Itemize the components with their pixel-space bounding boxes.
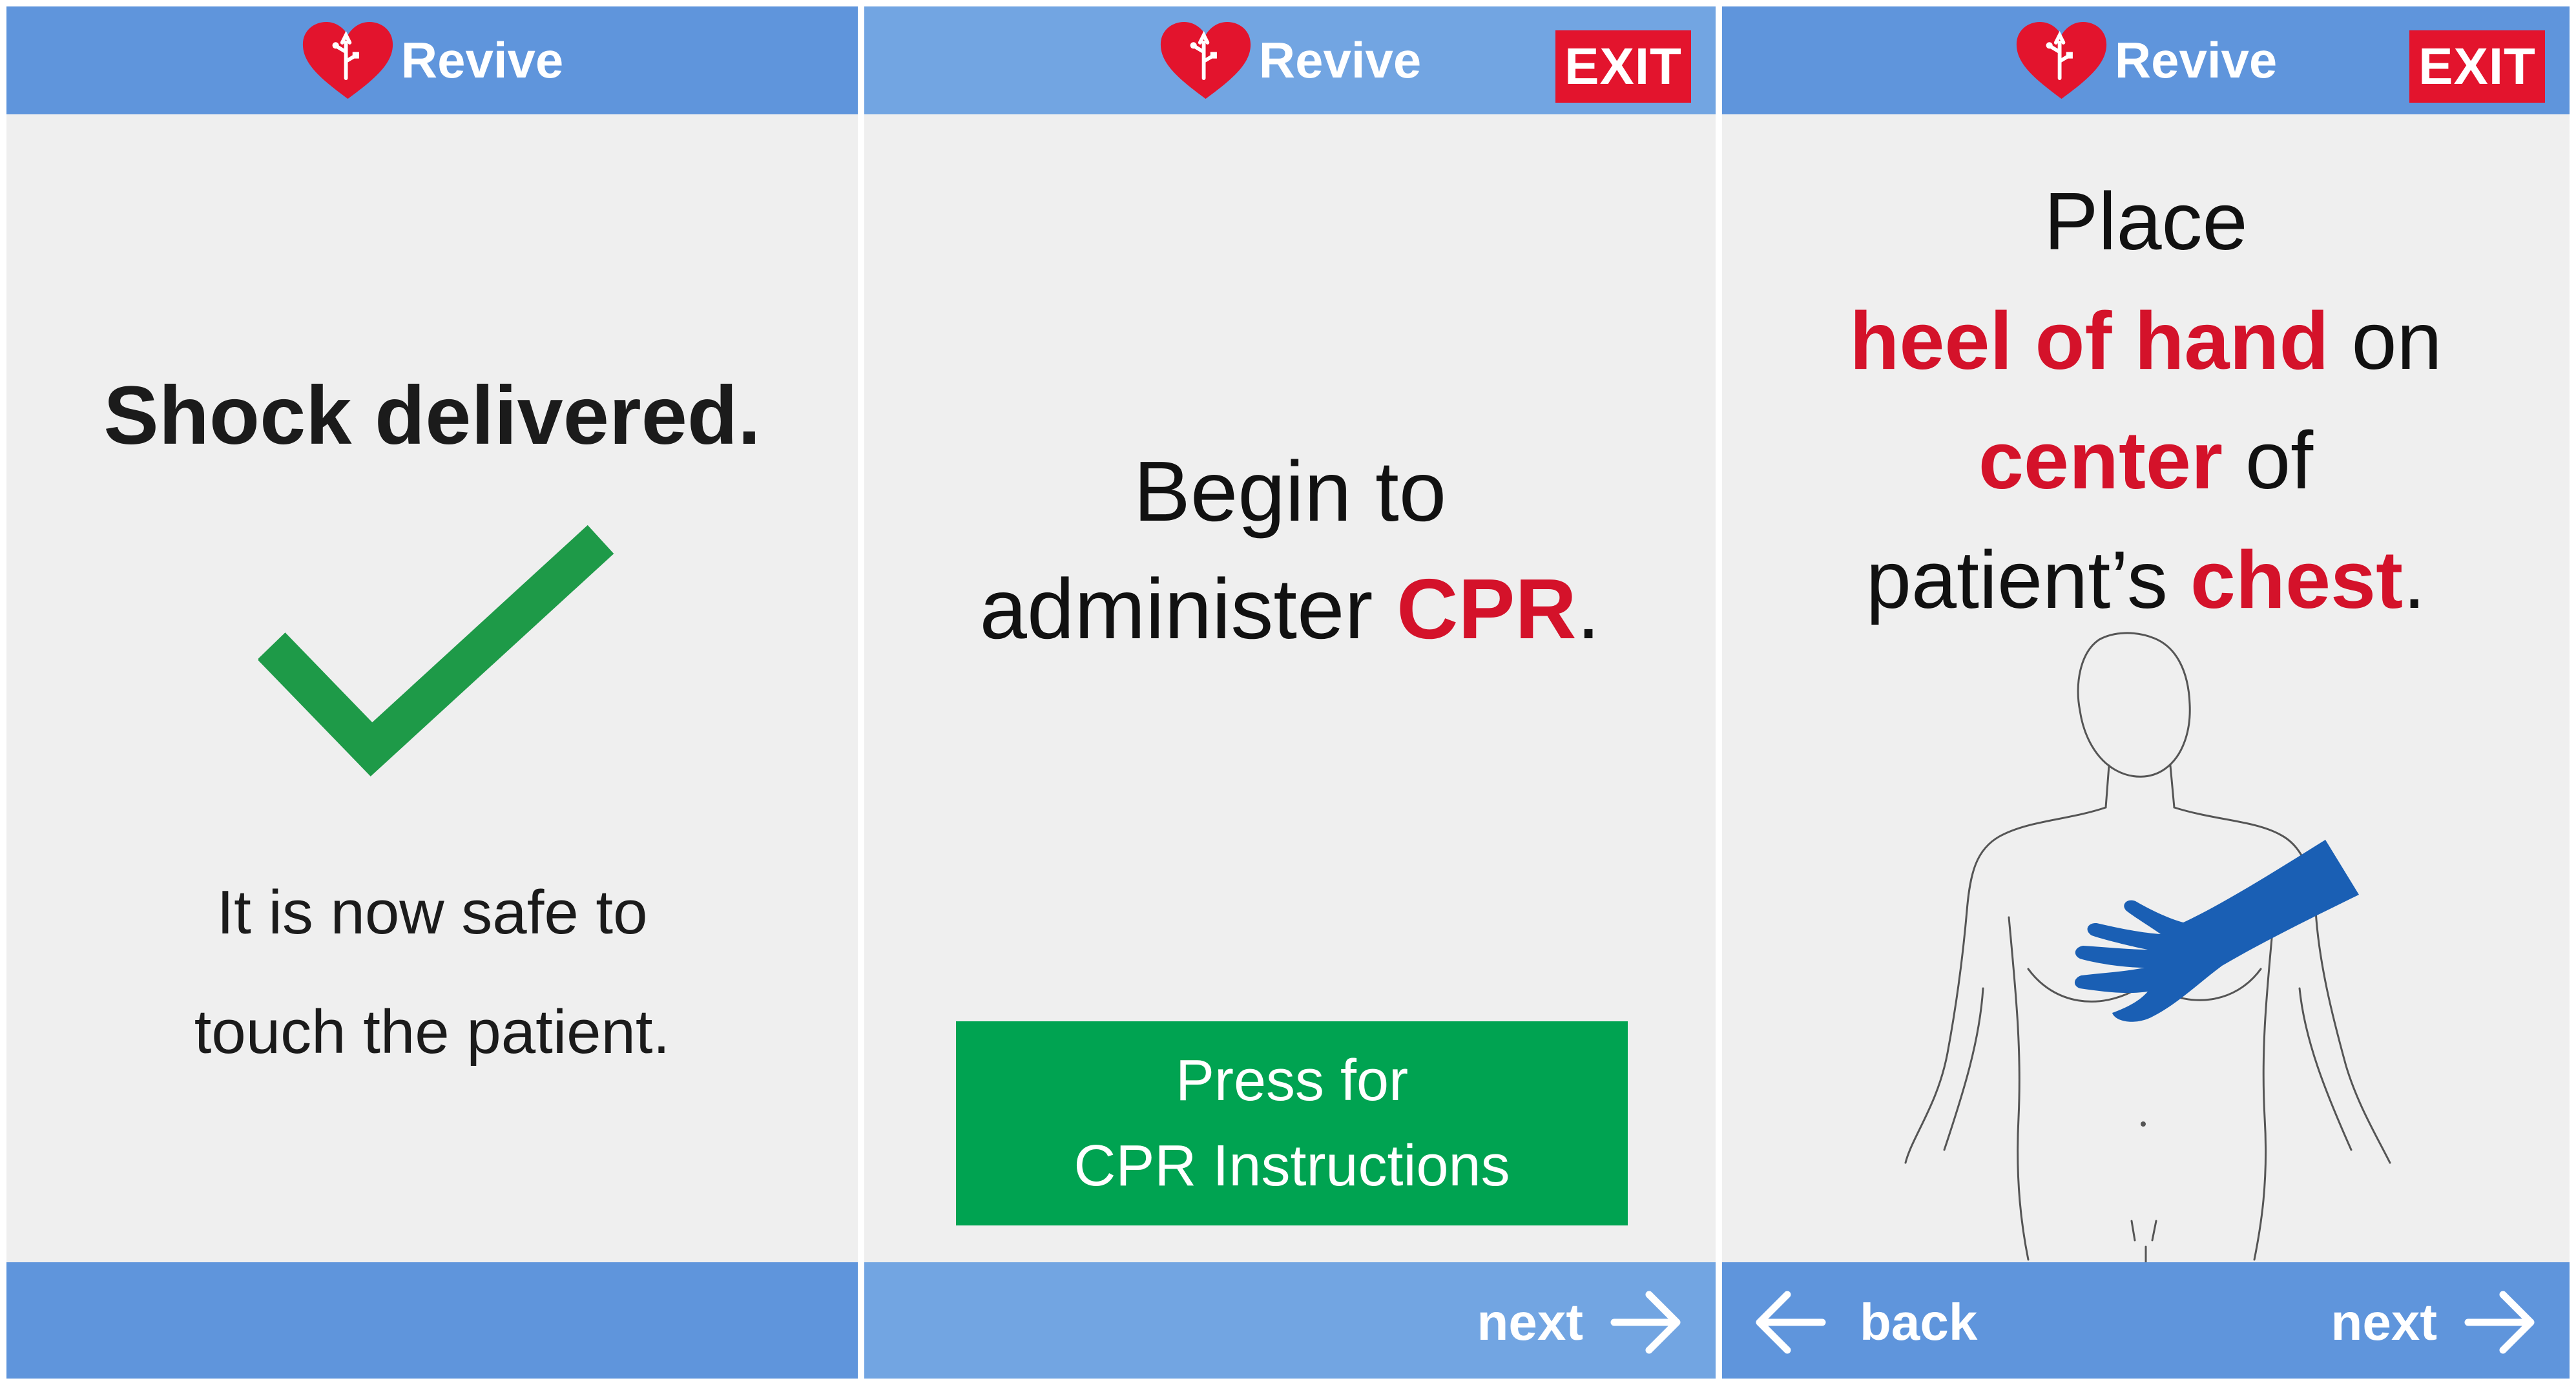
header-bar: Revive EXIT (864, 6, 1716, 114)
screen-shock-delivered: Revive Shock delivered. It is now safe t… (6, 6, 858, 1379)
arrow-right-icon (2464, 1291, 2535, 1354)
cpr-highlight: CPR (1397, 561, 1577, 656)
cpr-button-line2: CPR Instructions (1074, 1134, 1510, 1198)
back-label: back (1860, 1293, 1978, 1351)
app-title: Revive (400, 32, 564, 89)
screen-begin-cpr: Revive EXIT Begin to administer CPR. Pre… (864, 6, 1716, 1379)
header-bar: Revive EXIT (1722, 6, 2570, 114)
cpr-instruction-period: . (1576, 561, 1601, 656)
screen-hand-placement: Revive EXIT Place heel of hand on center… (1722, 6, 2570, 1379)
footer-bar (6, 1262, 858, 1379)
placement-line1: Place (2044, 176, 2248, 267)
next-label: next (1477, 1293, 1584, 1351)
placement-line4: patient’s chest. (1722, 520, 2570, 640)
heart-logo-icon (302, 22, 393, 99)
next-button[interactable]: next (1477, 1287, 1684, 1358)
placement-text-patient: patient’s (1865, 534, 2190, 625)
safe-message-line2: touch the patient. (194, 997, 670, 1067)
placement-highlight-center: center (1978, 415, 2223, 506)
cpr-instruction-text: administer (979, 561, 1397, 656)
placement-highlight-hand: heel of hand (1849, 295, 2329, 386)
app-brand: Revive (301, 20, 564, 101)
arrow-right-icon (1610, 1291, 1681, 1354)
safe-message-line1: It is now safe to (216, 878, 648, 947)
app-title: Revive (1258, 32, 1422, 89)
exit-button[interactable]: EXIT (1555, 30, 1691, 103)
cpr-instruction: Begin to administer CPR. (864, 433, 1716, 668)
status-title: Shock delivered. (103, 370, 761, 462)
footer-bar: back next (1722, 1262, 2570, 1379)
placement-text-on: on (2329, 295, 2442, 386)
checkmark-icon (258, 525, 614, 776)
cpr-instruction-line2: administer CPR. (864, 550, 1716, 668)
placement-highlight-chest: chest (2190, 534, 2404, 625)
next-button[interactable]: next (2331, 1287, 2538, 1358)
placement-text-of: of (2223, 415, 2314, 506)
footer-bar: next (864, 1262, 1716, 1379)
heart-logo-icon (2016, 22, 2106, 99)
cpr-button-line1: Press for (1175, 1048, 1409, 1113)
back-button[interactable]: back (1753, 1287, 1977, 1358)
app-title: Revive (2114, 32, 2278, 89)
placement-line3: center of (1722, 401, 2570, 520)
heart-logo-icon (1160, 22, 1251, 99)
app-brand: Revive (1159, 20, 1422, 101)
placement-instruction: Place heel of hand on center of patient’… (1722, 161, 2570, 640)
app-brand: Revive (2015, 20, 2278, 101)
placement-text-period: . (2403, 534, 2426, 625)
header-bar: Revive (6, 6, 858, 114)
cpr-instructions-button[interactable]: Press for CPR Instructions (956, 1021, 1628, 1225)
torso-with-hand-illustration (1904, 632, 2391, 1266)
arrow-left-icon (1756, 1291, 1826, 1354)
next-label: next (2331, 1293, 2438, 1351)
placement-line2: heel of hand on (1722, 281, 2570, 401)
safe-message: It is now safe to touch the patient. (6, 853, 858, 1092)
exit-button[interactable]: EXIT (2409, 30, 2545, 103)
cpr-instruction-line1: Begin to (1133, 444, 1447, 539)
